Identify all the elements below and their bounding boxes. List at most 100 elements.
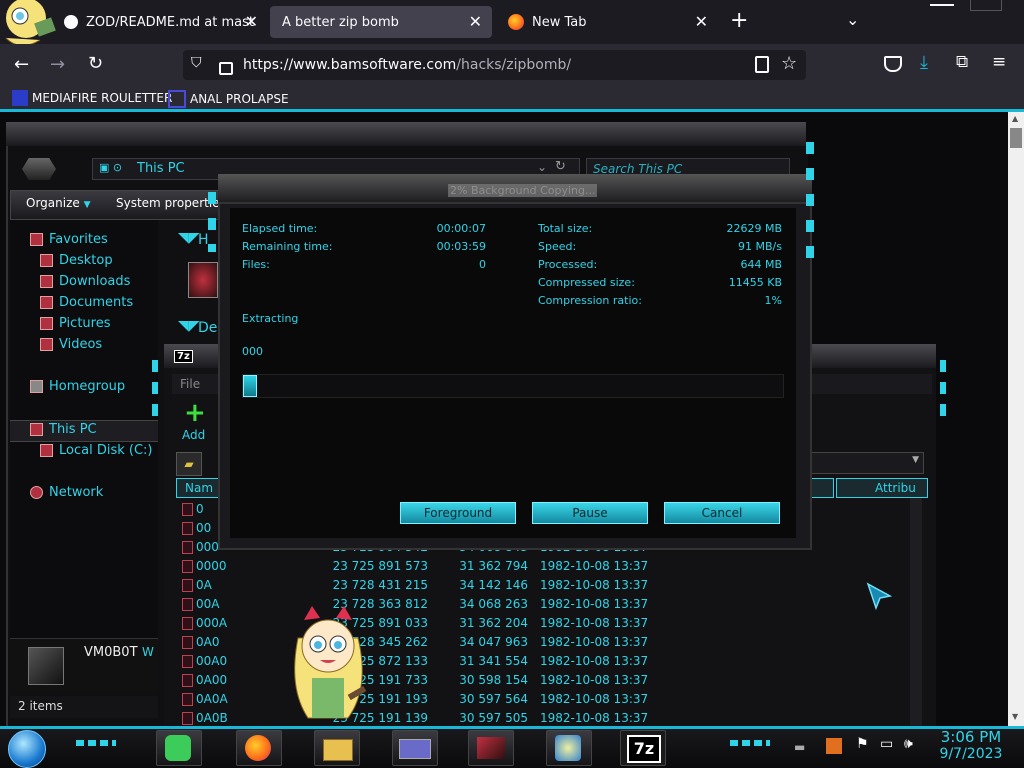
scroll-up-icon[interactable]: ▲ — [1012, 114, 1018, 123]
file-packed-size: 31 341 554 — [459, 654, 528, 668]
add-button[interactable]: + Add — [180, 398, 210, 446]
nav-desktop[interactable]: Desktop — [40, 253, 113, 268]
network-tray-icon[interactable]: ▭ — [880, 736, 893, 752]
close-icon[interactable]: ✕ — [469, 12, 482, 31]
nav-pictures[interactable]: Pictures — [40, 316, 110, 331]
tab-zip-bomb[interactable]: A better zip bomb ✕ — [270, 6, 492, 38]
explorer-logo-icon — [22, 158, 56, 180]
taskbar-file-explorer[interactable] — [314, 730, 360, 766]
file-list-scrollbar[interactable] — [910, 498, 922, 726]
new-tab-button[interactable]: + — [730, 8, 748, 33]
nav-downloads[interactable]: Downloads — [40, 274, 130, 289]
menu-icon[interactable]: ≡ — [992, 52, 1006, 72]
dropdown-chevron-icon[interactable]: ⌄ — [537, 160, 547, 174]
progress-stat-label: Total size: — [538, 222, 593, 235]
refresh-icon[interactable]: ↻ — [555, 159, 566, 174]
action-center-flag-icon[interactable]: ⚑ — [856, 736, 869, 752]
cancel-button[interactable]: Cancel — [664, 502, 780, 524]
menu-file[interactable]: File — [180, 377, 200, 391]
file-name: 0A0A — [196, 692, 228, 706]
machine-name: VM0B0T — [84, 645, 138, 660]
bookmark-second[interactable]: ANAL PROLAPSE — [168, 90, 289, 108]
machine-workgroup: W — [142, 645, 154, 659]
nav-documents[interactable]: Documents — [40, 295, 133, 310]
folder-icon — [323, 739, 353, 761]
file-packed-size: 30 597 564 — [459, 692, 528, 706]
taskbar-app-red[interactable] — [468, 730, 514, 766]
bookmark-star-icon[interactable]: ☆ — [781, 53, 797, 74]
pause-button[interactable]: Pause — [532, 502, 648, 524]
status-bar: 2 items — [10, 696, 158, 718]
taskbar-network-app[interactable] — [546, 730, 592, 766]
foreground-button[interactable]: Foreground — [400, 502, 516, 524]
lock-icon[interactable] — [219, 62, 233, 75]
taskbar-control-panel[interactable] — [392, 730, 438, 766]
column-header-attrib[interactable]: Attribu — [836, 478, 928, 498]
sevenzip-logo-icon: 7z — [174, 350, 193, 363]
volume-icon[interactable]: 🕪 — [904, 736, 913, 752]
extensions-icon[interactable]: ⧉ — [956, 52, 968, 72]
column-name-label: Nam — [185, 481, 214, 495]
nav-label: This PC — [49, 422, 97, 437]
taskbar-7zip[interactable]: 7z — [620, 730, 666, 766]
reader-view-icon[interactable] — [755, 56, 769, 73]
organize-button[interactable]: Organize ▼ — [26, 196, 91, 210]
address-text: This PC — [137, 161, 185, 176]
file-icon — [182, 693, 193, 706]
url-text: https://www.bamsoftware.com/hacks/zipbom… — [243, 57, 571, 73]
tab-zod-readme[interactable]: ZOD/README.md at master · ic ✕ — [52, 6, 268, 38]
tab-list-chevron-icon[interactable]: ⌄ — [846, 10, 859, 29]
up-folder-icon[interactable]: ▰ — [176, 452, 202, 476]
show-hidden-icons[interactable]: ▬ — [794, 740, 805, 754]
scroll-thumb[interactable] — [1010, 128, 1022, 148]
clock[interactable]: 3:06 PM 9/7/2023 — [934, 728, 1008, 762]
firefox-icon — [245, 735, 271, 761]
nav-network[interactable]: Network — [30, 485, 103, 500]
shield-icon[interactable]: ⛉ — [191, 55, 202, 71]
taskbar-firefox[interactable] — [236, 730, 282, 766]
back-icon[interactable]: ← — [14, 54, 29, 75]
taskbar-notes-app[interactable] — [156, 730, 202, 766]
nav-label: Network — [49, 485, 104, 500]
path-combobox[interactable]: ▼ — [800, 452, 924, 474]
reload-icon[interactable]: ↻ — [88, 53, 103, 74]
maximize-button[interactable] — [970, 0, 1002, 11]
desktop-icon — [40, 254, 53, 267]
scroll-down-icon[interactable]: ▼ — [1012, 712, 1018, 721]
start-orb-button[interactable] — [8, 730, 46, 768]
nav-favorites[interactable]: Favorites — [30, 232, 108, 247]
nav-local-disk[interactable]: Local Disk (C:) — [40, 443, 152, 458]
clock-time: 3:06 PM — [940, 728, 1002, 746]
nav-label: Desktop — [59, 253, 113, 268]
file-modified: 1982-10-08 13:37 — [540, 692, 649, 706]
close-icon[interactable]: ✕ — [695, 12, 708, 31]
bookmarks-toolbar: MEDIAFIRE ROULETTER ANAL PROLAPSE — [0, 86, 1024, 110]
forward-icon[interactable]: → — [50, 54, 65, 75]
file-modified: 1982-10-08 13:37 — [540, 616, 649, 630]
chevron-down-icon: ▼ — [912, 455, 919, 465]
nav-this-pc[interactable]: This PC — [30, 422, 97, 437]
pocket-icon[interactable] — [884, 56, 902, 72]
file-name: 0000 — [196, 559, 227, 573]
nav-videos[interactable]: Videos — [40, 337, 102, 352]
close-icon[interactable]: ✕ — [245, 12, 258, 31]
file-name: 00A — [196, 597, 220, 611]
disk-icon — [40, 444, 53, 457]
file-name: 0 — [196, 502, 204, 516]
nav-homegroup[interactable]: Homegroup — [30, 379, 125, 394]
tab-new-tab[interactable]: New Tab ✕ — [496, 6, 718, 38]
star-icon — [30, 233, 43, 246]
page-scrollbar[interactable]: ▲ ▼ — [1008, 112, 1024, 726]
mediafire-icon — [12, 90, 28, 106]
notification-app-icon[interactable] — [826, 738, 842, 754]
minimize-button[interactable] — [930, 4, 954, 6]
progress-stat-value: 0 — [479, 258, 486, 271]
tab-label: ZOD/README.md at master · ic — [86, 14, 254, 30]
bookmark-mediafire[interactable]: MEDIAFIRE ROULETTER — [12, 90, 172, 106]
table-row[interactable]: 0000 23 725 891 573 31 362 794 1982-10-08 1… — [178, 557, 878, 576]
table-row[interactable]: 0A 23 728 431 215 34 142 146 1982-10-08 13:… — [178, 576, 878, 595]
downloads-icon[interactable]: ⤓ — [920, 52, 928, 73]
address-bar[interactable]: ⛉ https://www.bamsoftware.com/hacks/zipb… — [183, 50, 806, 80]
progress-stat-value: 91 MB/s — [738, 240, 782, 253]
network-computer-icon — [555, 735, 581, 761]
